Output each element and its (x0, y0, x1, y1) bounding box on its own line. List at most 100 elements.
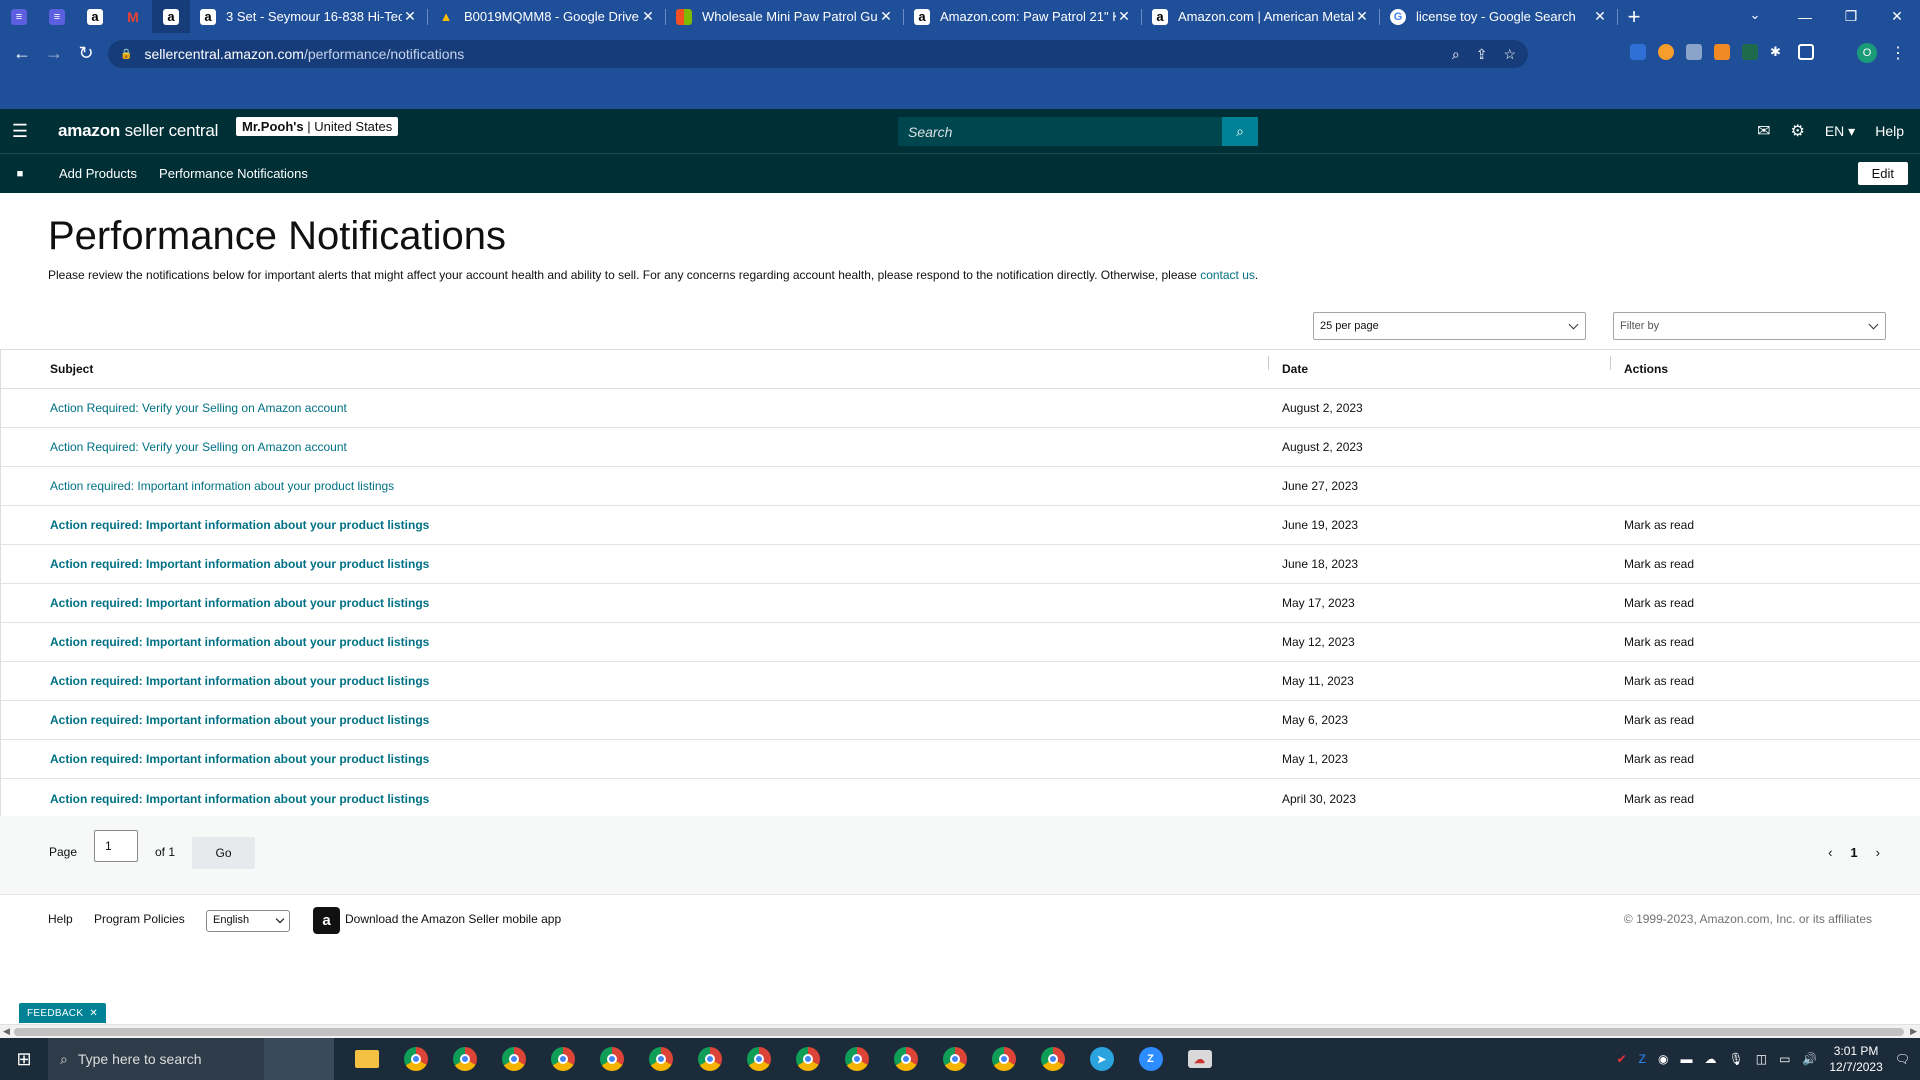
notification-subject-link[interactable]: Action required: Important information a… (1, 518, 1269, 532)
chrome-icon[interactable] (440, 1038, 489, 1080)
search-icon[interactable]: ⌕ (1222, 117, 1258, 146)
chrome-icon[interactable] (734, 1038, 783, 1080)
notification-subject-link[interactable]: Action required: Important information a… (1, 596, 1269, 610)
pinned-tab-list-2[interactable]: ≡ (38, 0, 76, 33)
close-icon[interactable]: ✕ (89, 1008, 98, 1019)
notifications-icon[interactable]: 🗨 (1895, 1052, 1910, 1066)
profile-avatar[interactable]: O (1857, 43, 1877, 63)
footer-help-link[interactable]: Help (48, 912, 73, 926)
notification-subject-link[interactable]: Action required: Important information a… (1, 752, 1269, 766)
zoom-tray-icon[interactable]: Z (1639, 1052, 1646, 1066)
horizontal-scrollbar[interactable]: ◀ ▶ (0, 1024, 1920, 1038)
close-icon[interactable]: ✕ (1116, 8, 1132, 25)
amazon-seller-app-icon[interactable]: a (313, 907, 340, 934)
pinned-tab-list[interactable]: ≡ (0, 0, 38, 33)
chevron-right-icon[interactable]: › (1876, 845, 1880, 860)
help-link[interactable]: Help (1875, 123, 1904, 139)
pinned-tab-seller-central[interactable]: a (152, 0, 190, 33)
download-app-link[interactable]: Download the Amazon Seller mobile app (345, 912, 561, 926)
scrollbar-thumb[interactable] (14, 1028, 1904, 1036)
pinned-tab-amazon[interactable]: a (76, 0, 114, 33)
mail-icon[interactable]: ✉ (1757, 121, 1770, 141)
file-explorer-icon[interactable] (342, 1038, 391, 1080)
nav-add-products[interactable]: Add Products (59, 166, 137, 181)
close-icon[interactable]: ✕ (878, 8, 894, 25)
per-page-select[interactable]: 25 per page (1313, 312, 1586, 340)
browser-tab[interactable]: a Amazon.com | American Metalc ✕ (1142, 0, 1380, 33)
app-icon[interactable]: ☁ (1175, 1038, 1224, 1080)
extension-icon[interactable] (1630, 44, 1646, 60)
chrome-tray-icon[interactable]: ◉ (1658, 1052, 1668, 1066)
edit-button[interactable]: Edit (1857, 162, 1908, 185)
browser-tab[interactable]: G license toy - Google Search ✕ (1380, 0, 1618, 33)
minimize-icon[interactable]: — (1782, 0, 1828, 33)
close-icon[interactable]: ✕ (640, 8, 656, 25)
language-menu[interactable]: EN ▾ (1825, 123, 1855, 140)
telegram-icon[interactable]: ➤ (1077, 1038, 1126, 1080)
header-subject[interactable]: Subject (1, 356, 1269, 376)
seller-central-logo[interactable]: amazon seller central (58, 121, 218, 141)
forward-icon[interactable]: → (42, 41, 66, 65)
webcam-icon[interactable]: ◫ (1756, 1052, 1767, 1066)
mark-as-read-link[interactable]: Mark as read (1611, 792, 1920, 806)
chevron-left-icon[interactable]: ‹ (1828, 845, 1832, 860)
clock[interactable]: 3:01 PM 12/7/2023 (1829, 1043, 1882, 1075)
taskbar-search[interactable]: ⌕ Type here to search (48, 1038, 264, 1080)
reload-icon[interactable]: ↻ (74, 41, 98, 65)
tab-search-icon[interactable]: ⌄ (1740, 0, 1770, 30)
page-number-input[interactable]: 1 (94, 830, 138, 862)
scroll-right-icon[interactable]: ▶ (1910, 1026, 1917, 1037)
puzzle-icon[interactable]: ✱ (1770, 44, 1786, 60)
cloud-icon[interactable]: ☁ (1705, 1052, 1717, 1066)
mark-as-read-link[interactable]: Mark as read (1611, 518, 1920, 532)
close-icon[interactable]: ✕ (402, 8, 418, 25)
zoom-icon[interactable]: ⌕ (1452, 46, 1460, 63)
volume-icon[interactable]: 🔊 (1802, 1052, 1817, 1066)
close-icon[interactable]: ✕ (1592, 8, 1608, 25)
zoom-app-icon[interactable]: Z (1126, 1038, 1175, 1080)
notification-subject-link[interactable]: Action required: Important information a… (1, 674, 1269, 688)
program-policies-link[interactable]: Program Policies (94, 912, 185, 926)
address-bar[interactable]: 🔒 sellercentral.amazon.com/performance/n… (108, 40, 1528, 68)
star-icon[interactable]: ☆ (1503, 46, 1516, 63)
search-input[interactable]: Search (898, 117, 1222, 146)
notification-subject-link[interactable]: Action required: Important information a… (1, 635, 1269, 649)
chrome-icon[interactable] (489, 1038, 538, 1080)
notification-subject-link[interactable]: Action required: Important information a… (1, 557, 1269, 571)
chrome-icon[interactable] (587, 1038, 636, 1080)
side-panel-icon[interactable] (1798, 44, 1814, 60)
mark-as-read-link[interactable]: Mark as read (1611, 557, 1920, 571)
filter-select[interactable]: Filter by (1613, 312, 1886, 340)
chrome-icon[interactable] (881, 1038, 930, 1080)
header-date[interactable]: Date (1269, 356, 1611, 376)
extension-icon[interactable] (1742, 44, 1758, 60)
microphone-icon[interactable]: 🎙 (1729, 1052, 1744, 1066)
footer-language-select[interactable]: English (206, 910, 290, 932)
gear-icon[interactable]: ⚙ (1790, 121, 1804, 141)
extension-icon[interactable] (1714, 44, 1730, 60)
back-icon[interactable]: ← (10, 41, 34, 65)
feedback-button[interactable]: FEEDBACK ✕ (19, 1003, 106, 1023)
menu-icon[interactable]: ⋮ (1890, 43, 1906, 63)
network-icon[interactable]: ▭ (1779, 1052, 1790, 1066)
mark-as-read-link[interactable]: Mark as read (1611, 674, 1920, 688)
mark-as-read-link[interactable]: Mark as read (1611, 596, 1920, 610)
notification-subject-link[interactable]: Action Required: Verify your Selling on … (1, 440, 1269, 454)
chrome-icon[interactable] (685, 1038, 734, 1080)
go-button[interactable]: Go (192, 837, 255, 869)
mark-as-read-link[interactable]: Mark as read (1611, 752, 1920, 766)
chrome-icon[interactable] (783, 1038, 832, 1080)
mark-as-read-link[interactable]: Mark as read (1611, 713, 1920, 727)
chrome-icon[interactable] (930, 1038, 979, 1080)
mark-as-read-link[interactable]: Mark as read (1611, 635, 1920, 649)
browser-tab[interactable]: Wholesale Mini Paw Patrol Guita ✕ (666, 0, 904, 33)
chrome-icon[interactable] (391, 1038, 440, 1080)
taskbar-widget[interactable] (264, 1038, 334, 1080)
browser-tab[interactable]: a Amazon.com: Paw Patrol 21" Kid ✕ (904, 0, 1142, 33)
store-switcher[interactable]: Mr.Pooh's | United States (236, 117, 399, 136)
nav-performance-notifications[interactable]: Performance Notifications (159, 166, 308, 181)
chrome-icon[interactable] (1028, 1038, 1077, 1080)
new-tab-button[interactable]: + (1618, 0, 1650, 33)
scroll-left-icon[interactable]: ◀ (3, 1026, 10, 1037)
browser-tab[interactable]: a 3 Set - Seymour 16-838 Hi-Tech ✕ (190, 0, 428, 33)
